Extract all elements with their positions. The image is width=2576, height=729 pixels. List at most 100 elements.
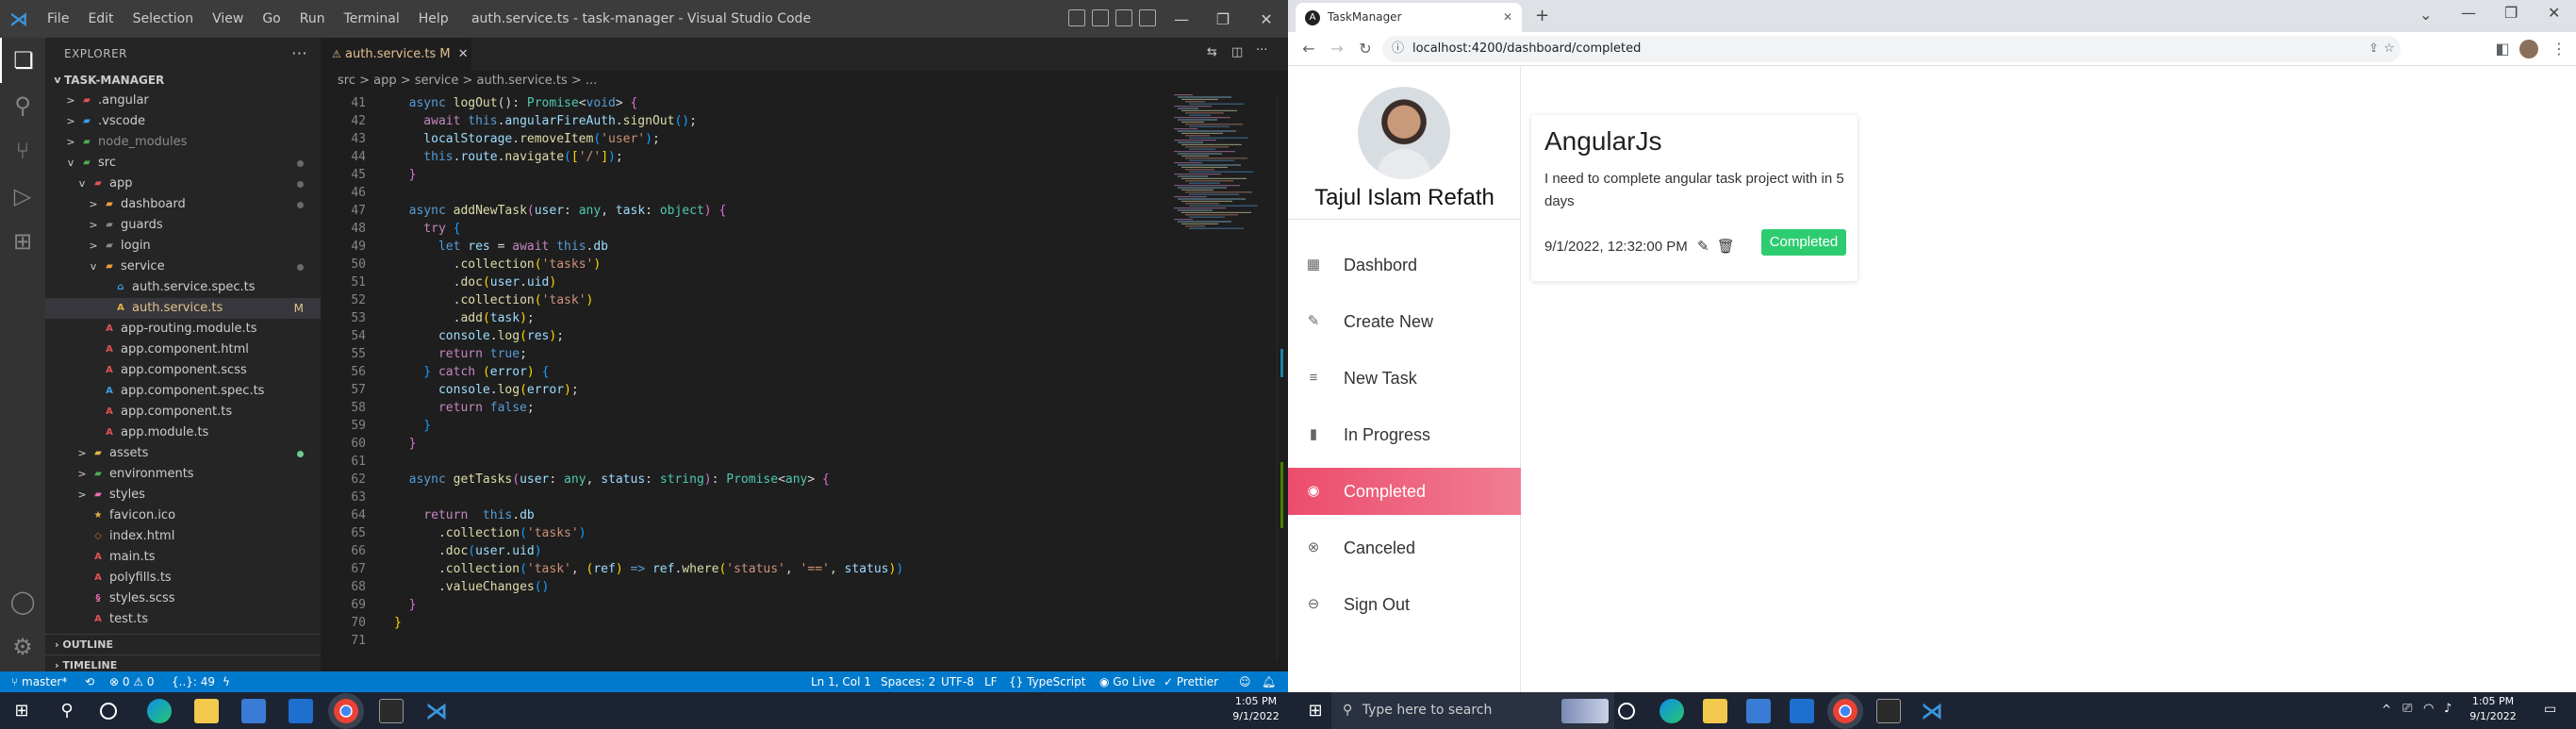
code-line[interactable]: 59 } [321, 417, 1150, 435]
mail-icon[interactable] [1790, 699, 1814, 723]
settings-gear-icon[interactable]: ⚙ [0, 624, 45, 670]
edge-icon[interactable] [1660, 699, 1684, 723]
file-item[interactable]: ◇ index.html [45, 526, 321, 547]
more-actions-icon[interactable]: ··· [291, 38, 307, 70]
code-line[interactable]: 49 let res = await this.db [321, 238, 1150, 256]
minimize-icon[interactable]: — [1160, 0, 1203, 38]
edge-icon[interactable] [147, 699, 172, 723]
menu-run[interactable]: Run [290, 0, 335, 38]
code-line[interactable]: 56 } catch (error) { [321, 363, 1150, 381]
clock-left[interactable]: 1:05 PM 9/1/2022 [1226, 694, 1286, 724]
mail-icon[interactable] [289, 699, 313, 723]
notifications-icon[interactable]: 🔔︎ [1262, 671, 1276, 692]
code-line[interactable]: 45 } [321, 166, 1150, 184]
file-item[interactable]: Aapp-routing.module.ts [45, 319, 321, 340]
file-item[interactable]: § styles.scss [45, 588, 321, 609]
encoding-status[interactable]: UTF-8 [941, 671, 974, 692]
terminal-icon[interactable] [379, 699, 404, 723]
minimap[interactable] [1174, 94, 1278, 245]
chrome-icon[interactable] [334, 699, 358, 723]
store-icon[interactable] [241, 699, 266, 723]
account-icon[interactable]: ◯ [0, 579, 45, 624]
tray-network-icon[interactable]: ⎚ [2403, 702, 2412, 716]
cursor-position[interactable]: Ln 1, Col 1 [811, 671, 871, 692]
folder-item[interactable]: > ▰ guards [45, 215, 321, 236]
notification-center-icon[interactable]: ▭ [2544, 702, 2556, 717]
tray-volume-icon[interactable]: ♪ [2444, 702, 2452, 716]
folder-item[interactable]: > ▰ environments [45, 464, 321, 485]
file-item[interactable]: Amain.ts [45, 547, 321, 568]
chrome-icon[interactable] [1833, 699, 1858, 723]
address-bar[interactable]: ⓘ localhost:4200/dashboard/completed ⇪ ☆ [1382, 36, 2401, 62]
file-item[interactable]: ★ favicon.ico [45, 505, 321, 526]
feedback-icon[interactable]: ☺ [1239, 671, 1251, 692]
edit-icon[interactable]: ✎ [1697, 239, 1709, 255]
code-line[interactable]: 65 .collection('tasks') [321, 524, 1150, 542]
file-item[interactable]: Atest.ts [45, 609, 321, 630]
tray-chevron-icon[interactable]: ^ [2382, 703, 2391, 716]
chrome-menu-icon[interactable]: ⋮ [2548, 38, 2570, 60]
close-icon[interactable]: ✕ [1245, 0, 1288, 38]
task-view-icon[interactable] [100, 703, 117, 720]
back-icon[interactable]: ← [1297, 38, 1320, 60]
code-line[interactable]: 57 console.log(error); [321, 381, 1150, 399]
editor-tab[interactable]: ⚠ auth.service.ts M ✕ [321, 38, 471, 71]
braces-status[interactable]: {..}: 49 [172, 671, 215, 692]
folder-item[interactable]: > ▰ login [45, 236, 321, 257]
file-item[interactable]: Aapp.component.spec.ts [45, 381, 321, 402]
menu-file[interactable]: File [38, 0, 78, 38]
code-line[interactable]: 42 await this.angularFireAuth.signOut(); [321, 112, 1150, 130]
task-view-icon[interactable] [1618, 703, 1635, 720]
code-line[interactable]: 50 .collection('tasks') [321, 256, 1150, 273]
vscode-taskbar-icon[interactable]: ⋊ [424, 699, 449, 723]
folder-item[interactable]: > ▰ node_modules [45, 132, 321, 153]
menu-terminal[interactable]: Terminal [335, 0, 409, 38]
folder-item[interactable]: > ▰ styles [45, 485, 321, 505]
open-changes-icon[interactable]: ⇆ [1207, 45, 1217, 59]
file-item[interactable]: Aauth.service.ts M [45, 298, 321, 319]
search-icon[interactable]: ⚲ [0, 83, 45, 128]
folder-item[interactable]: v ▰ app [45, 174, 321, 194]
browser-tab[interactable]: A TaskManager ✕ [1296, 3, 1522, 32]
code-line[interactable]: 47 async addNewTask(user: any, task: obj… [321, 202, 1150, 220]
sync-icon[interactable]: ⟲ [85, 671, 94, 692]
editor-scrollbar[interactable] [1277, 94, 1288, 660]
prettier-status[interactable]: ✓ Prettier [1164, 671, 1218, 692]
menu-edit[interactable]: Edit [78, 0, 123, 38]
tab-close-icon[interactable]: ✕ [1503, 3, 1512, 32]
nav-item-dashbord[interactable]: ▦ Dashbord [1288, 241, 1521, 289]
toggle-sidebar-icon[interactable] [1068, 9, 1085, 26]
indentation-status[interactable]: Spaces: 2 [881, 671, 935, 692]
code-line[interactable]: 58 return false; [321, 399, 1150, 417]
language-status[interactable]: {} TypeScript [1009, 671, 1085, 692]
code-line[interactable]: 48 try { [321, 220, 1150, 238]
trash-icon[interactable]: 🗑︎ [1717, 239, 1735, 255]
toggle-panel-icon[interactable] [1092, 9, 1109, 26]
menu-selection[interactable]: Selection [124, 0, 204, 38]
file-item[interactable]: ⌂ auth.service.spec.ts [45, 277, 321, 298]
nav-item-in-progress[interactable]: ▮ In Progress [1288, 411, 1521, 458]
restore-icon[interactable]: ❐ [2504, 4, 2518, 22]
code-line[interactable]: 46 [321, 184, 1150, 202]
nav-item-sign-out[interactable]: ⊖ Sign Out [1288, 581, 1521, 628]
file-item[interactable]: Aapp.module.ts [45, 422, 321, 443]
minimize-icon[interactable]: — [2461, 4, 2476, 22]
menu-go[interactable]: Go [253, 0, 289, 38]
file-item[interactable]: Apolyfills.ts [45, 568, 321, 588]
menu-view[interactable]: View [203, 0, 253, 38]
code-line[interactable]: 63 [321, 489, 1150, 506]
code-line[interactable]: 60 } [321, 435, 1150, 453]
code-line[interactable]: 61 [321, 453, 1150, 471]
nav-item-completed[interactable]: ◉ Completed [1288, 468, 1521, 515]
search-icon[interactable]: ⚲ [55, 699, 79, 723]
code-line[interactable]: 44 this.route.navigate(['/']); [321, 148, 1150, 166]
tab-close-icon[interactable]: ✕ [458, 47, 469, 61]
problems-status[interactable]: ⊗ 0 ⚠ 0 [109, 671, 155, 692]
project-root[interactable]: v TASK-MANAGER [45, 70, 321, 91]
close-icon[interactable]: ✕ [2548, 4, 2560, 22]
windows-start-icon[interactable]: ⊞ [9, 699, 34, 723]
code-line[interactable]: 52 .collection('task') [321, 291, 1150, 309]
explorer-icon[interactable]: ❏ [0, 38, 45, 83]
bookmark-star-icon[interactable]: ☆ [2384, 36, 2395, 62]
vscode-taskbar-icon[interactable]: ⋊ [1920, 699, 1944, 723]
